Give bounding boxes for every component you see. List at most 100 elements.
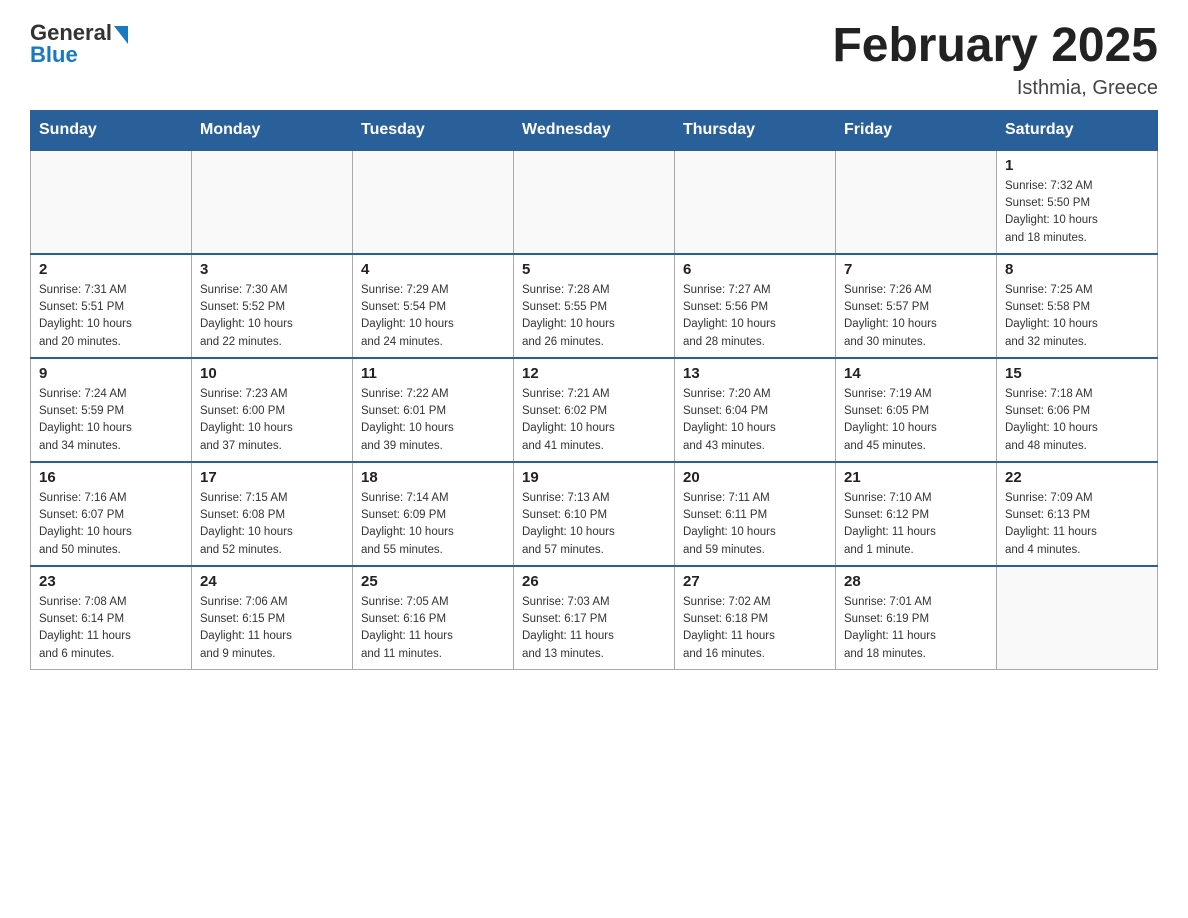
weekday-header-monday: Monday [192, 110, 353, 150]
day-info: Sunrise: 7:03 AM Sunset: 6:17 PM Dayligh… [522, 594, 666, 663]
day-number: 18 [361, 469, 505, 486]
calendar-cell: 19Sunrise: 7:13 AM Sunset: 6:10 PM Dayli… [514, 462, 675, 566]
day-number: 11 [361, 365, 505, 382]
calendar-cell: 9 Sunrise: 7:24 AM Sunset: 5:59 PM Daylig… [31, 358, 192, 462]
day-info: Sunrise: 7:21 AM Sunset: 6:02 PM Dayligh… [522, 386, 666, 455]
calendar-week-row: 23Sunrise: 7:08 AM Sunset: 6:14 PM Dayli… [31, 566, 1158, 670]
day-info: Sunrise: 7:27 AM Sunset: 5:56 PM Dayligh… [683, 282, 827, 351]
day-info: Sunrise: 7:26 AM Sunset: 5:57 PM Dayligh… [844, 282, 988, 351]
weekday-header-tuesday: Tuesday [353, 110, 514, 150]
weekday-header-saturday: Saturday [997, 110, 1158, 150]
location-label: Isthmia, Greece [832, 77, 1158, 100]
day-number: 6 [683, 261, 827, 278]
day-number: 5 [522, 261, 666, 278]
calendar-cell: 13Sunrise: 7:20 AM Sunset: 6:04 PM Dayli… [675, 358, 836, 462]
day-number: 25 [361, 573, 505, 590]
calendar-cell [997, 566, 1158, 670]
calendar-cell: 14 Sunrise: 7:19 AM Sunset: 6:05 PM Dayli… [836, 358, 997, 462]
day-number: 8 [1005, 261, 1149, 278]
calendar-cell: 25 Sunrise: 7:05 AM Sunset: 6:16 PM Dayli… [353, 566, 514, 670]
calendar-cell: 28Sunrise: 7:01 AM Sunset: 6:19 PM Dayli… [836, 566, 997, 670]
month-title: February 2025 [832, 20, 1158, 73]
calendar-cell: 23Sunrise: 7:08 AM Sunset: 6:14 PM Dayli… [31, 566, 192, 670]
day-info: Sunrise: 7:29 AM Sunset: 5:54 PM Dayligh… [361, 282, 505, 351]
calendar-cell [836, 150, 997, 254]
calendar-cell: 20 Sunrise: 7:11 AM Sunset: 6:11 PM Dayli… [675, 462, 836, 566]
calendar-body: 1 Sunrise: 7:32 AM Sunset: 5:50 PM Daylig… [31, 150, 1158, 670]
day-number: 22 [1005, 469, 1149, 486]
day-info: Sunrise: 7:22 AM Sunset: 6:01 PM Dayligh… [361, 386, 505, 455]
calendar-cell: 15 Sunrise: 7:18 AM Sunset: 6:06 PM Dayli… [997, 358, 1158, 462]
calendar-cell: 5 Sunrise: 7:28 AM Sunset: 5:55 PM Daylig… [514, 254, 675, 358]
day-info: Sunrise: 7:06 AM Sunset: 6:15 PM Dayligh… [200, 594, 344, 663]
day-number: 16 [39, 469, 183, 486]
calendar-week-row: 16 Sunrise: 7:16 AM Sunset: 6:07 PM Dayli… [31, 462, 1158, 566]
calendar-cell [514, 150, 675, 254]
day-info: Sunrise: 7:28 AM Sunset: 5:55 PM Dayligh… [522, 282, 666, 351]
day-info: Sunrise: 7:16 AM Sunset: 6:07 PM Dayligh… [39, 490, 183, 559]
calendar-table: SundayMondayTuesdayWednesdayThursdayFrid… [30, 110, 1158, 670]
day-info: Sunrise: 7:14 AM Sunset: 6:09 PM Dayligh… [361, 490, 505, 559]
day-number: 13 [683, 365, 827, 382]
day-info: Sunrise: 7:09 AM Sunset: 6:13 PM Dayligh… [1005, 490, 1149, 559]
calendar-week-row: 2Sunrise: 7:31 AM Sunset: 5:51 PM Daylig… [31, 254, 1158, 358]
day-number: 7 [844, 261, 988, 278]
weekday-header-sunday: Sunday [31, 110, 192, 150]
calendar-cell: 8 Sunrise: 7:25 AM Sunset: 5:58 PM Daylig… [997, 254, 1158, 358]
calendar-cell: 6 Sunrise: 7:27 AM Sunset: 5:56 PM Daylig… [675, 254, 836, 358]
calendar-cell: 4 Sunrise: 7:29 AM Sunset: 5:54 PM Daylig… [353, 254, 514, 358]
day-number: 21 [844, 469, 988, 486]
calendar-cell [31, 150, 192, 254]
calendar-cell: 2Sunrise: 7:31 AM Sunset: 5:51 PM Daylig… [31, 254, 192, 358]
day-info: Sunrise: 7:18 AM Sunset: 6:06 PM Dayligh… [1005, 386, 1149, 455]
calendar-cell [192, 150, 353, 254]
day-info: Sunrise: 7:24 AM Sunset: 5:59 PM Dayligh… [39, 386, 183, 455]
day-number: 24 [200, 573, 344, 590]
calendar-cell: 1 Sunrise: 7:32 AM Sunset: 5:50 PM Daylig… [997, 150, 1158, 254]
calendar-cell: 7 Sunrise: 7:26 AM Sunset: 5:57 PM Daylig… [836, 254, 997, 358]
calendar-cell: 12Sunrise: 7:21 AM Sunset: 6:02 PM Dayli… [514, 358, 675, 462]
calendar-cell: 22 Sunrise: 7:09 AM Sunset: 6:13 PM Dayli… [997, 462, 1158, 566]
calendar-cell: 18 Sunrise: 7:14 AM Sunset: 6:09 PM Dayli… [353, 462, 514, 566]
logo-arrow-icon [114, 26, 128, 44]
calendar-cell: 3Sunrise: 7:30 AM Sunset: 5:52 PM Daylig… [192, 254, 353, 358]
calendar-cell: 24 Sunrise: 7:06 AM Sunset: 6:15 PM Dayli… [192, 566, 353, 670]
weekday-header-thursday: Thursday [675, 110, 836, 150]
day-info: Sunrise: 7:32 AM Sunset: 5:50 PM Dayligh… [1005, 178, 1149, 247]
day-info: Sunrise: 7:02 AM Sunset: 6:18 PM Dayligh… [683, 594, 827, 663]
day-number: 10 [200, 365, 344, 382]
day-info: Sunrise: 7:23 AM Sunset: 6:00 PM Dayligh… [200, 386, 344, 455]
day-info: Sunrise: 7:13 AM Sunset: 6:10 PM Dayligh… [522, 490, 666, 559]
calendar-cell: 26 Sunrise: 7:03 AM Sunset: 6:17 PM Dayli… [514, 566, 675, 670]
weekday-header-friday: Friday [836, 110, 997, 150]
day-info: Sunrise: 7:11 AM Sunset: 6:11 PM Dayligh… [683, 490, 827, 559]
day-info: Sunrise: 7:31 AM Sunset: 5:51 PM Dayligh… [39, 282, 183, 351]
calendar-week-row: 1 Sunrise: 7:32 AM Sunset: 5:50 PM Daylig… [31, 150, 1158, 254]
day-number: 28 [844, 573, 988, 590]
day-number: 4 [361, 261, 505, 278]
day-info: Sunrise: 7:19 AM Sunset: 6:05 PM Dayligh… [844, 386, 988, 455]
calendar-cell: 11 Sunrise: 7:22 AM Sunset: 6:01 PM Dayli… [353, 358, 514, 462]
day-info: Sunrise: 7:10 AM Sunset: 6:12 PM Dayligh… [844, 490, 988, 559]
calendar-cell: 16 Sunrise: 7:16 AM Sunset: 6:07 PM Dayli… [31, 462, 192, 566]
day-info: Sunrise: 7:30 AM Sunset: 5:52 PM Dayligh… [200, 282, 344, 351]
day-number: 26 [522, 573, 666, 590]
day-number: 27 [683, 573, 827, 590]
calendar-cell [353, 150, 514, 254]
calendar-week-row: 9 Sunrise: 7:24 AM Sunset: 5:59 PM Daylig… [31, 358, 1158, 462]
logo: General Blue [30, 20, 128, 68]
page-header: General Blue February 2025 Isthmia, Gree… [30, 20, 1158, 100]
calendar-cell: 10 Sunrise: 7:23 AM Sunset: 6:00 PM Dayli… [192, 358, 353, 462]
day-number: 9 [39, 365, 183, 382]
day-number: 20 [683, 469, 827, 486]
day-number: 17 [200, 469, 344, 486]
day-number: 15 [1005, 365, 1149, 382]
day-number: 1 [1005, 157, 1149, 174]
calendar-cell: 21 Sunrise: 7:10 AM Sunset: 6:12 PM Dayli… [836, 462, 997, 566]
weekday-header-wednesday: Wednesday [514, 110, 675, 150]
day-info: Sunrise: 7:05 AM Sunset: 6:16 PM Dayligh… [361, 594, 505, 663]
day-number: 14 [844, 365, 988, 382]
day-info: Sunrise: 7:25 AM Sunset: 5:58 PM Dayligh… [1005, 282, 1149, 351]
title-block: February 2025 Isthmia, Greece [832, 20, 1158, 100]
day-info: Sunrise: 7:08 AM Sunset: 6:14 PM Dayligh… [39, 594, 183, 663]
